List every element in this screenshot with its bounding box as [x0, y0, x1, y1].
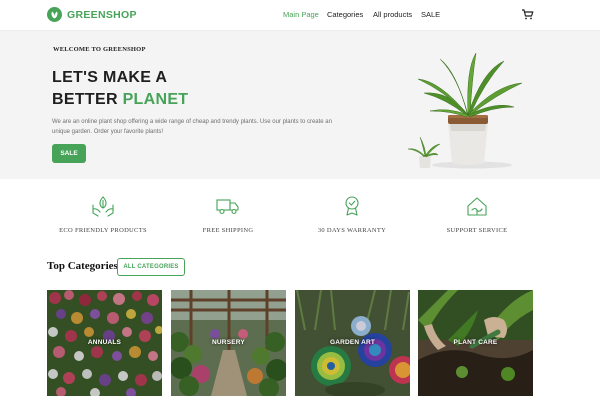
category-card-nursery[interactable]: NURSERY: [171, 290, 286, 396]
category-label: PLANT CARE: [453, 339, 498, 346]
hero-title-line1: LET'S MAKE A: [52, 69, 168, 86]
feature-free-shipping: FREE SHIPPING: [163, 195, 293, 234]
category-card-annuals[interactable]: ANNUALS: [47, 290, 162, 396]
nav-all-products[interactable]: All products: [373, 10, 412, 19]
hero-banner: WELCOME TO GREENSHOP LET'S MAKE A BETTER…: [0, 31, 600, 179]
nav-sale[interactable]: SALE: [421, 10, 440, 19]
nav-categories[interactable]: Categories: [327, 10, 363, 19]
all-categories-button[interactable]: ALL CATEGORIES: [117, 258, 185, 276]
hero-title-prefix: BETTER: [52, 91, 118, 108]
cart-icon[interactable]: [521, 8, 534, 26]
category-card-plant-care[interactable]: PLANT CARE: [418, 290, 533, 396]
feature-label: SUPPORT SERVICE: [446, 227, 508, 234]
category-label: NURSERY: [212, 339, 245, 346]
feature-support: SUPPORT SERVICE: [412, 195, 542, 234]
medal-icon: [345, 196, 359, 216]
feature-eco-friendly: ECO FRIENDLY PRODUCTS: [38, 195, 168, 234]
nav-main-page[interactable]: Main Page: [283, 10, 319, 19]
category-label: ANNUALS: [87, 339, 122, 346]
feature-label: 30 DAYS WARRANTY: [317, 227, 387, 234]
hero-title-line2: BETTER PLANET: [52, 89, 188, 111]
site-header: GREENSHOP Main Page Categories All produ…: [0, 0, 600, 31]
brand-logo[interactable]: GREENSHOP: [47, 7, 137, 22]
eco-hands-icon: [92, 196, 114, 217]
feature-label: FREE SHIPPING: [202, 227, 254, 234]
hero-sale-button[interactable]: SALE: [52, 144, 86, 163]
top-categories-heading: Top Categories: [47, 260, 118, 272]
leaf-logo-icon: [47, 7, 62, 22]
feature-label: ECO FRIENDLY PRODUCTS: [59, 227, 147, 234]
hero-title: LET'S MAKE A BETTER PLANET: [52, 67, 188, 111]
hero-title-accent: PLANET: [122, 91, 189, 108]
feature-warranty: 30 DAYS WARRANTY: [287, 195, 417, 234]
brand-name: GREENSHOP: [67, 8, 137, 21]
category-label: GARDEN ART: [329, 339, 376, 346]
potted-plant-image: [407, 52, 523, 169]
support-icon: [467, 197, 487, 216]
truck-icon: [216, 199, 239, 215]
category-card-garden-art[interactable]: GARDEN ART: [295, 290, 410, 396]
hero-welcome-text: WELCOME TO GREENSHOP: [53, 46, 146, 53]
hero-description: We are an online plant shop offering a w…: [52, 119, 332, 135]
